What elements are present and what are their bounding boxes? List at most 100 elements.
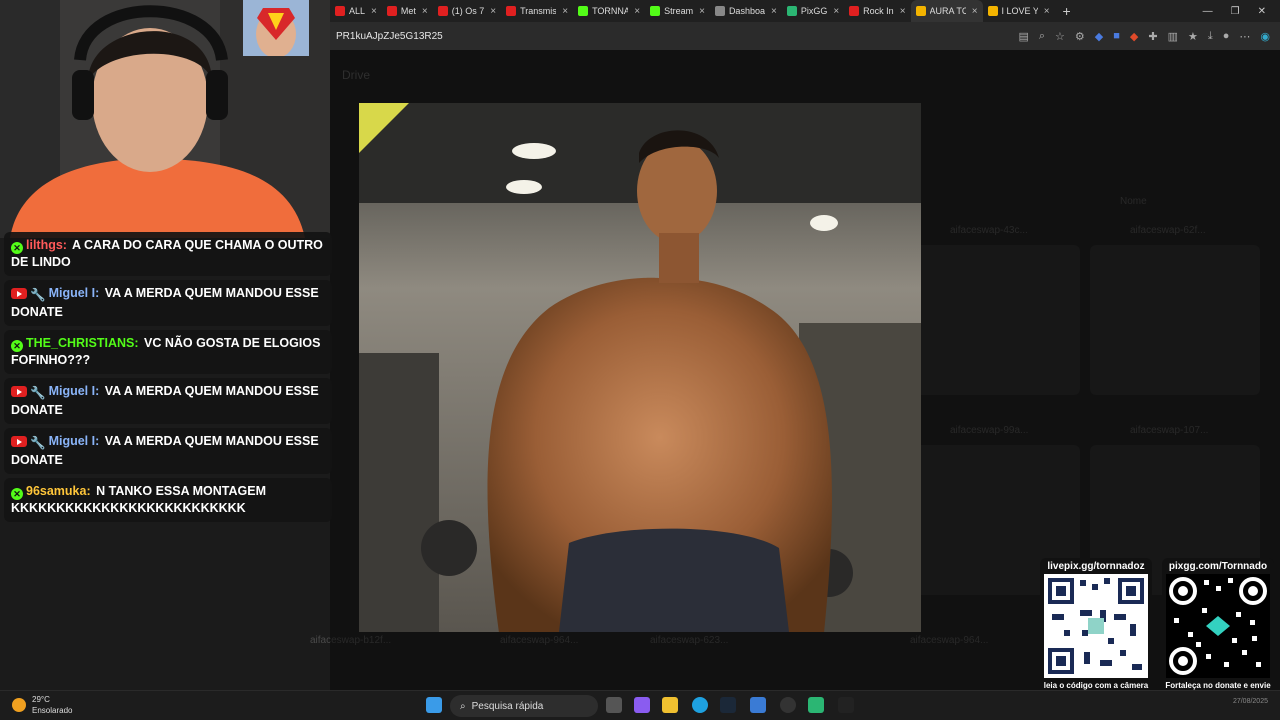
browser-tab[interactable]: Stream ×	[645, 0, 710, 22]
toolbar-icons: ▤ ⌕ ☆ ⚙ ◆ ■ ◆ ✚ ▥ ★ ⤓ ● ⋯ ◉	[1018, 30, 1280, 43]
close-tab-icon[interactable]: ×	[972, 6, 978, 17]
weather-condition: Ensolarado	[32, 706, 73, 715]
obs-icon[interactable]	[780, 697, 796, 713]
profile-avatar[interactable]: ●	[1223, 30, 1230, 43]
weather-widget[interactable]: 29°C Ensolarado	[12, 694, 72, 716]
browser-tab[interactable]: (1) Os 7 ×	[433, 0, 501, 22]
windows-taskbar: 29°C Ensolarado ⌕ Pesquisa rápida 27/08/…	[0, 690, 1280, 720]
superman-avatar	[243, 0, 309, 56]
search-icon: ⌕	[460, 700, 466, 712]
tab-label: Transmis	[520, 6, 557, 16]
tab-favicon-icon	[915, 6, 926, 16]
system-clock[interactable]: 27/08/2025	[1233, 697, 1268, 706]
new-tab-button[interactable]: +	[1055, 3, 1079, 19]
close-tab-icon[interactable]: ×	[699, 6, 705, 17]
maximize-button[interactable]: ❐	[1231, 6, 1240, 17]
zoom-icon[interactable]: ⌕	[1039, 30, 1045, 43]
chat-username: Miguel I:	[48, 286, 100, 300]
pixgg-qr-panel: pixgg.com/Tornnado Fortaleça no donate e…	[1162, 558, 1274, 704]
photos-icon[interactable]	[750, 697, 766, 713]
tab-favicon-icon	[786, 6, 797, 16]
close-tab-icon[interactable]: ×	[771, 6, 777, 17]
tab-favicon-icon	[506, 6, 517, 16]
puzzle-icon[interactable]: ✚	[1148, 30, 1157, 43]
browser-tab-bar: ALL × Met × (1) Os 7 × Transmis × TORNNA × Stream ×…	[330, 0, 1280, 22]
date-text: 27/08/2025	[1232, 698, 1268, 705]
close-tab-icon[interactable]: ×	[1044, 6, 1050, 17]
moderator-wrench-icon: 🔧	[30, 288, 46, 302]
tab-label: ALL	[349, 6, 366, 16]
browser-tab[interactable]: ALL ×	[330, 0, 382, 22]
chat-username: Miguel I:	[48, 434, 100, 448]
split-screen-icon[interactable]: ▥	[1168, 30, 1178, 43]
address-bar[interactable]: PR1kuAJpZJe5G13R25 ▤ ⌕ ☆ ⚙ ◆ ■ ◆ ✚ ▥ ★ ⤓…	[330, 22, 1280, 50]
brave-icon[interactable]: ◆	[1130, 30, 1138, 43]
close-tab-icon[interactable]: ×	[833, 6, 839, 17]
pixgg-qr-code	[1166, 574, 1270, 678]
sun-icon	[12, 698, 26, 712]
webcam-feed	[0, 0, 330, 238]
window-controls: — ❐ ✕	[1203, 6, 1280, 17]
close-tab-icon[interactable]: ×	[900, 6, 906, 17]
windows-start-icon[interactable]	[426, 697, 442, 713]
favorites-bar-icon[interactable]: ★	[1188, 30, 1198, 43]
favorite-icon[interactable]: ☆	[1055, 30, 1065, 43]
youtube-icon	[11, 288, 27, 299]
url-text[interactable]: PR1kuAJpZJe5G13R25	[336, 31, 443, 42]
tab-favicon-icon	[714, 6, 725, 16]
superman-logo-image	[243, 0, 309, 56]
edge-browser-icon[interactable]	[692, 697, 708, 713]
close-tab-icon[interactable]: ×	[634, 6, 640, 17]
close-tab-icon[interactable]: ×	[422, 6, 428, 17]
youtube-icon	[11, 436, 27, 447]
close-window-button[interactable]: ✕	[1258, 6, 1266, 17]
tab-label: AURA TC	[929, 6, 966, 16]
taskbar-search[interactable]: ⌕ Pesquisa rápida	[450, 695, 598, 717]
browser-tab[interactable]: AURA TC ×	[910, 0, 983, 22]
livepix-url: livepix.gg/tornnadoz	[1047, 561, 1145, 572]
tab-favicon-icon	[335, 6, 345, 16]
tab-label: TORNNA	[592, 6, 629, 16]
browser-tab[interactable]: Transmis ×	[501, 0, 573, 22]
copilot-app-icon[interactable]	[634, 697, 650, 713]
close-tab-icon[interactable]: ×	[490, 6, 496, 17]
copilot-icon[interactable]: ◉	[1260, 30, 1270, 43]
steam-icon[interactable]	[720, 697, 736, 713]
close-tab-icon[interactable]: ×	[371, 6, 377, 17]
youtube-icon	[11, 386, 27, 397]
tab-favicon-icon	[987, 6, 998, 16]
tab-favicon-icon	[849, 6, 860, 16]
chat-message: ✕ 96samuka: N TANKO ESSA MONTAGEM KKKKKKK…	[4, 478, 332, 522]
browser-tab[interactable]: PixGG ×	[782, 0, 844, 22]
kick-icon: ✕	[11, 242, 23, 254]
close-tab-icon[interactable]: ×	[562, 6, 568, 17]
read-mode-icon[interactable]: ▤	[1018, 30, 1028, 43]
tab-label: Dashboa	[728, 6, 765, 16]
app-icon[interactable]	[808, 697, 824, 713]
chat-message: 🔧 Miguel I: VA A MERDA QUEM MANDOU ESSE D…	[4, 428, 332, 474]
kick-icon: ✕	[11, 340, 23, 352]
chat-message: ✕ lilthgs: A CARA DO CARA QUE CHAMA O OUT…	[4, 232, 332, 276]
tab-label: I LOVE Y	[1001, 6, 1038, 16]
bodybuilder-photo	[359, 103, 921, 632]
capcut-icon[interactable]	[838, 697, 854, 713]
tab-favicon-icon	[386, 6, 397, 16]
browser-tab[interactable]: Rock In ×	[844, 0, 910, 22]
moderator-wrench-icon: 🔧	[30, 436, 46, 450]
browser-tab[interactable]: TORNNA ×	[573, 0, 645, 22]
shield-icon[interactable]: ◆	[1095, 30, 1103, 43]
translate-icon[interactable]: ■	[1113, 30, 1120, 43]
more-menu-icon[interactable]: ⋯	[1239, 30, 1250, 43]
extension-icon[interactable]: ⚙	[1075, 30, 1085, 43]
tab-favicon-icon	[578, 6, 589, 16]
download-icon[interactable]: ⤓	[1208, 30, 1213, 43]
browser-tab[interactable]: Dashboa ×	[710, 0, 782, 22]
chat-username: Miguel I:	[48, 384, 100, 398]
minimize-button[interactable]: —	[1203, 6, 1213, 17]
browser-tab[interactable]: I LOVE Y ×	[983, 0, 1055, 22]
browser-tab[interactable]: Met ×	[382, 0, 433, 22]
search-placeholder: Pesquisa rápida	[471, 700, 544, 712]
stream-screen: ALL × Met × (1) Os 7 × Transmis × TORNNA × Stream ×…	[0, 0, 1280, 720]
file-explorer-icon[interactable]	[662, 697, 678, 713]
task-view-icon[interactable]	[606, 697, 622, 713]
